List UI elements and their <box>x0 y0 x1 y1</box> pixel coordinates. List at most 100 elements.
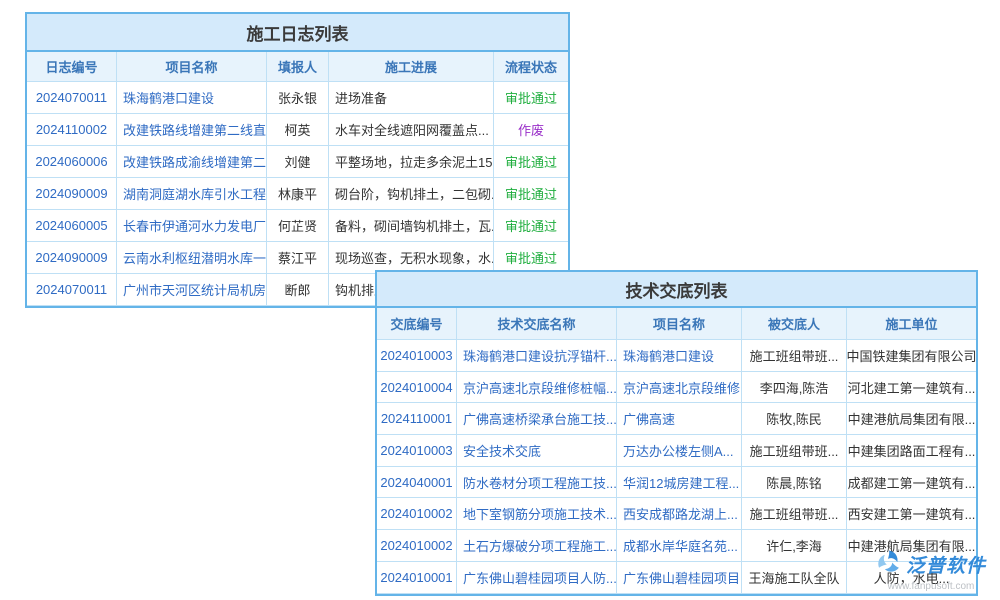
log-id-cell[interactable]: 2024070011 <box>27 82 117 114</box>
tech-disclosure-panel: 技术交底列表 交底编号 技术交底名称 项目名称 被交底人 施工单位 202401… <box>375 270 978 596</box>
receiver-cell: 施工班组带班... <box>742 340 847 372</box>
brand-url: www.fanpusoft.com <box>888 581 975 592</box>
column-header-progress: 施工进展 <box>329 52 494 82</box>
table-row: 2024060005 长春市伊通河水力发电厂... 何芷贤 备料，砌间墙钩机排土… <box>27 210 568 242</box>
reporter-cell: 林康平 <box>267 178 329 210</box>
receiver-cell: 施工班组带班... <box>742 498 847 530</box>
disclosure-id-cell[interactable]: 2024110001 <box>377 403 457 435</box>
table-row: 2024060006 改建铁路成渝线增建第二... 刘健 平整场地，拉走多余泥土… <box>27 146 568 178</box>
table-row: 2024040001 防水卷材分项工程施工技... 华润12城房建工程... 陈… <box>377 467 976 499</box>
receiver-cell: 陈晨,陈铭 <box>742 467 847 499</box>
project-name-cell[interactable]: 广佛高速 <box>617 403 742 435</box>
reporter-cell: 刘健 <box>267 146 329 178</box>
column-header-project-name: 项目名称 <box>117 52 267 82</box>
disclosure-id-cell[interactable]: 2024010004 <box>377 372 457 404</box>
status-cell: 审批通过 <box>494 82 568 114</box>
tech-disclosure-title: 技术交底列表 <box>377 272 976 308</box>
construction-log-title: 施工日志列表 <box>27 14 568 52</box>
disclosure-id-cell[interactable]: 2024010002 <box>377 498 457 530</box>
disclosure-name-cell[interactable]: 珠海鹤港口建设抗浮锚杆... <box>457 340 617 372</box>
fanpu-logo-icon <box>876 549 902 580</box>
unit-cell: 中国铁建集团有限公司 <box>847 340 976 372</box>
disclosure-id-cell[interactable]: 2024010001 <box>377 562 457 594</box>
project-name-cell[interactable]: 京沪高速北京段维修 <box>617 372 742 404</box>
progress-cell: 进场准备 <box>329 82 494 114</box>
project-name-cell[interactable]: 广东佛山碧桂园项目 <box>617 562 742 594</box>
column-header-disclosure-id: 交底编号 <box>377 308 457 340</box>
log-id-cell[interactable]: 2024060005 <box>27 210 117 242</box>
table-row: 2024110001 广佛高速桥梁承台施工技... 广佛高速 陈牧,陈民 中建港… <box>377 403 976 435</box>
status-cell: 审批通过 <box>494 178 568 210</box>
disclosure-name-cell[interactable]: 土石方爆破分项工程施工... <box>457 530 617 562</box>
log-id-cell[interactable]: 2024090009 <box>27 178 117 210</box>
receiver-cell: 许仁,李海 <box>742 530 847 562</box>
reporter-cell: 蔡江平 <box>267 242 329 274</box>
progress-cell: 平整场地，拉走多余泥土15... <box>329 146 494 178</box>
log-id-cell[interactable]: 2024060006 <box>27 146 117 178</box>
unit-cell: 西安建工第一建筑有... <box>847 498 976 530</box>
column-header-reporter: 填报人 <box>267 52 329 82</box>
table-row: 2024010004 京沪高速北京段维修桩幅... 京沪高速北京段维修 李四海,… <box>377 372 976 404</box>
reporter-cell: 断郎 <box>267 274 329 306</box>
unit-cell: 中建港航局集团有限... <box>847 403 976 435</box>
disclosure-id-cell[interactable]: 2024010002 <box>377 530 457 562</box>
log-id-cell[interactable]: 2024070011 <box>27 274 117 306</box>
log-id-cell[interactable]: 2024110002 <box>27 114 117 146</box>
project-name-cell[interactable]: 万达办公楼左侧A... <box>617 435 742 467</box>
reporter-cell: 柯英 <box>267 114 329 146</box>
project-name-cell[interactable]: 成都水岸华庭名苑... <box>617 530 742 562</box>
project-name-cell[interactable]: 华润12城房建工程... <box>617 467 742 499</box>
table-row: 2024070011 珠海鹤港口建设 张永银 进场准备 审批通过 <box>27 82 568 114</box>
log-table-header-row: 日志编号 项目名称 填报人 施工进展 流程状态 <box>27 52 568 82</box>
unit-cell: 成都建工第一建筑有... <box>847 467 976 499</box>
table-row: 2024090009 湖南洞庭湖水库引水工程... 林康平 砌台阶，钩机排土，二… <box>27 178 568 210</box>
project-name-cell[interactable]: 云南水利枢纽潜明水库一... <box>117 242 267 274</box>
log-id-cell[interactable]: 2024090009 <box>27 242 117 274</box>
project-name-cell[interactable]: 珠海鹤港口建设 <box>617 340 742 372</box>
column-header-receiver: 被交底人 <box>742 308 847 340</box>
progress-cell: 备料，砌间墙钩机排土，瓦... <box>329 210 494 242</box>
reporter-cell: 何芷贤 <box>267 210 329 242</box>
status-cell: 审批通过 <box>494 210 568 242</box>
project-name-cell[interactable]: 广州市天河区统计局机房... <box>117 274 267 306</box>
progress-cell: 砌台阶，钩机排土，二包砌... <box>329 178 494 210</box>
table-row: 2024010003 珠海鹤港口建设抗浮锚杆... 珠海鹤港口建设 施工班组带班… <box>377 340 976 372</box>
table-row: 2024110002 改建铁路线增建第二线直... 柯英 水车对全线遮阳网覆盖点… <box>27 114 568 146</box>
receiver-cell: 李四海,陈浩 <box>742 372 847 404</box>
receiver-cell: 王海施工队全队 <box>742 562 847 594</box>
disclosure-name-cell[interactable]: 地下室钢筋分项施工技术... <box>457 498 617 530</box>
receiver-cell: 陈牧,陈民 <box>742 403 847 435</box>
project-name-cell[interactable]: 长春市伊通河水力发电厂... <box>117 210 267 242</box>
column-header-log-id: 日志编号 <box>27 52 117 82</box>
fanpu-watermark: 泛普软件 www.fanpusoft.com <box>876 549 986 592</box>
status-cell: 审批通过 <box>494 146 568 178</box>
disclosure-name-cell[interactable]: 防水卷材分项工程施工技... <box>457 467 617 499</box>
disclosure-name-cell[interactable]: 广东佛山碧桂园项目人防... <box>457 562 617 594</box>
progress-cell: 水车对全线遮阳网覆盖点... <box>329 114 494 146</box>
status-cell: 作废 <box>494 114 568 146</box>
unit-cell: 河北建工第一建筑有... <box>847 372 976 404</box>
disclosure-table-header-row: 交底编号 技术交底名称 项目名称 被交底人 施工单位 <box>377 308 976 340</box>
disclosure-id-cell[interactable]: 2024010003 <box>377 340 457 372</box>
disclosure-id-cell[interactable]: 2024010003 <box>377 435 457 467</box>
column-header-status: 流程状态 <box>494 52 568 82</box>
disclosure-name-cell[interactable]: 广佛高速桥梁承台施工技... <box>457 403 617 435</box>
table-row: 2024010003 安全技术交底 万达办公楼左侧A... 施工班组带班... … <box>377 435 976 467</box>
reporter-cell: 张永银 <box>267 82 329 114</box>
brand-name: 泛普软件 <box>906 551 986 578</box>
receiver-cell: 施工班组带班... <box>742 435 847 467</box>
disclosure-id-cell[interactable]: 2024040001 <box>377 467 457 499</box>
unit-cell: 中建集团路面工程有... <box>847 435 976 467</box>
column-header-project-name: 项目名称 <box>617 308 742 340</box>
disclosure-name-cell[interactable]: 京沪高速北京段维修桩幅... <box>457 372 617 404</box>
column-header-unit: 施工单位 <box>847 308 976 340</box>
project-name-cell[interactable]: 湖南洞庭湖水库引水工程... <box>117 178 267 210</box>
project-name-cell[interactable]: 改建铁路线增建第二线直... <box>117 114 267 146</box>
project-name-cell[interactable]: 西安成都路龙湖上... <box>617 498 742 530</box>
table-row: 2024010002 地下室钢筋分项施工技术... 西安成都路龙湖上... 施工… <box>377 498 976 530</box>
project-name-cell[interactable]: 珠海鹤港口建设 <box>117 82 267 114</box>
construction-log-panel: 施工日志列表 日志编号 项目名称 填报人 施工进展 流程状态 202407001… <box>25 12 570 308</box>
column-header-disclosure-name: 技术交底名称 <box>457 308 617 340</box>
project-name-cell[interactable]: 改建铁路成渝线增建第二... <box>117 146 267 178</box>
disclosure-name-cell[interactable]: 安全技术交底 <box>457 435 617 467</box>
